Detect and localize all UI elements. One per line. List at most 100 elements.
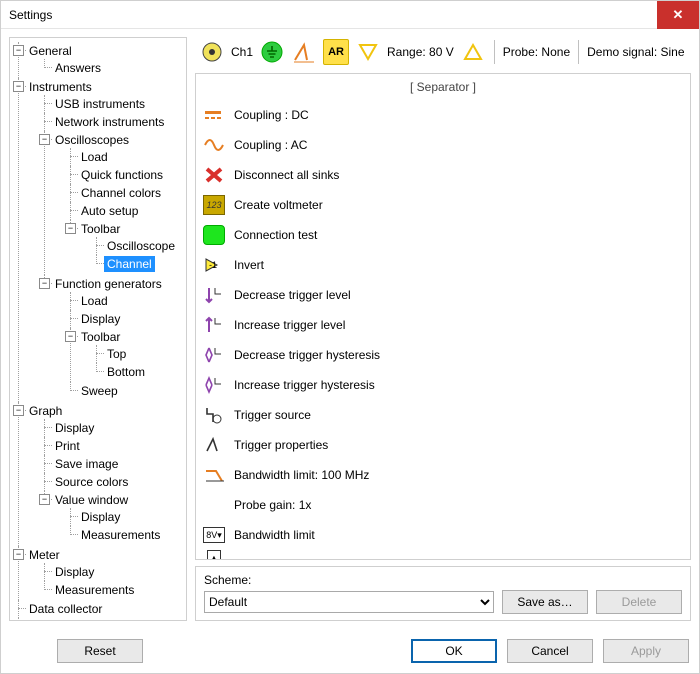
- list-item[interactable]: -1 Invert: [196, 250, 690, 280]
- list-item[interactable]: Disconnect all sinks: [196, 160, 690, 190]
- tree-pane[interactable]: −GeneralAnswers−InstrumentsUSB instrumen…: [9, 37, 187, 621]
- tree-toggle[interactable]: −: [13, 405, 24, 416]
- list-item[interactable]: Trigger source: [196, 400, 690, 430]
- ts-icon: [202, 404, 226, 426]
- down-triangle-icon[interactable]: [355, 39, 381, 65]
- tree-item[interactable]: USB instruments: [52, 96, 148, 112]
- tree-item[interactable]: Load: [78, 149, 111, 165]
- tree-item[interactable]: Sweep: [78, 383, 121, 399]
- scheme-select[interactable]: Default: [204, 591, 494, 613]
- tree-item[interactable]: Save image: [52, 456, 121, 472]
- list-item[interactable]: Increase trigger level: [196, 310, 690, 340]
- right-pane: Ch1 AR Range: 80 V Probe: None Dem: [195, 37, 691, 621]
- autorange-icon[interactable]: AR: [323, 39, 349, 65]
- list-item-label: Decrease trigger hysteresis: [234, 348, 380, 362]
- dc-icon: [202, 104, 226, 126]
- tree-item[interactable]: Display: [52, 564, 97, 580]
- tree-item[interactable]: Print: [52, 438, 83, 454]
- titlebar: Settings ✕: [1, 1, 699, 29]
- tree-item[interactable]: Top: [104, 346, 129, 362]
- list-item-label: Increase trigger level: [234, 318, 345, 332]
- list-item[interactable]: Connection test: [196, 220, 690, 250]
- list-item-label: Bandwidth limit: 100 MHz: [234, 468, 369, 482]
- tree-item[interactable]: Network instruments: [52, 114, 167, 130]
- tree-item[interactable]: Data collector: [26, 601, 105, 617]
- tree-item[interactable]: Function generators: [52, 276, 165, 292]
- apply-button: Apply: [603, 639, 689, 663]
- scheme-label: Scheme:: [204, 573, 682, 587]
- list-item[interactable]: Decrease trigger hysteresis: [196, 340, 690, 370]
- toolbar-items-list[interactable]: [ Separator ]Coupling : DC Coupling : AC D…: [195, 73, 691, 560]
- list-separator[interactable]: [ Separator ]: [196, 74, 690, 100]
- toolbar-separator: [494, 40, 495, 64]
- tree-item[interactable]: Toolbar: [78, 329, 123, 345]
- tree-item[interactable]: Answers: [52, 60, 104, 76]
- tree-item[interactable]: Graph: [26, 403, 65, 419]
- tree-item[interactable]: Updates: [26, 619, 77, 621]
- tree-item[interactable]: Measurements: [52, 582, 137, 598]
- tree-item[interactable]: Display: [78, 311, 123, 327]
- tree-toggle[interactable]: −: [39, 134, 50, 145]
- vm-icon: 123: [202, 194, 226, 216]
- tree-item[interactable]: Instruments: [26, 79, 95, 95]
- tree-toggle[interactable]: −: [65, 223, 76, 234]
- list-item[interactable]: Probe gain: 1x: [196, 490, 690, 520]
- list-item[interactable]: Trigger properties: [196, 430, 690, 460]
- tree-item[interactable]: Quick functions: [78, 167, 166, 183]
- tree-item[interactable]: Measurements: [78, 527, 163, 543]
- tree-item[interactable]: Oscilloscope: [104, 238, 178, 254]
- tree-toggle[interactable]: −: [13, 45, 24, 56]
- close-button[interactable]: ✕: [657, 1, 699, 29]
- tree-toggle[interactable]: −: [39, 494, 50, 505]
- svg-text:-1: -1: [209, 260, 217, 270]
- tree-item[interactable]: General: [26, 43, 75, 59]
- list-item[interactable]: 8V▾Bandwidth limit: [196, 520, 690, 550]
- inv-icon: -1: [202, 254, 226, 276]
- settings-window: { "window": { "title": "Settings" }, "tr…: [0, 0, 700, 674]
- dth-icon: [202, 344, 226, 366]
- tree-item[interactable]: Display: [52, 420, 97, 436]
- list-item-label: Probe gain: 1x: [234, 498, 311, 512]
- tree-item[interactable]: Display: [78, 509, 123, 525]
- tree-item[interactable]: Source colors: [52, 474, 131, 490]
- ok-button[interactable]: OK: [411, 639, 497, 663]
- bwl-icon: [202, 464, 226, 486]
- dtl-icon: [202, 284, 226, 306]
- tree-item[interactable]: Toolbar: [78, 221, 123, 237]
- tree-toggle[interactable]: −: [65, 331, 76, 342]
- tree-item[interactable]: Value window: [52, 492, 131, 508]
- tree-item[interactable]: Channel: [104, 256, 155, 272]
- up-triangle-icon[interactable]: [460, 39, 486, 65]
- list-item-label: Invert: [234, 258, 264, 272]
- list-item[interactable]: Bandwidth limit: 100 MHz: [196, 460, 690, 490]
- list-item[interactable]: Coupling : AC: [196, 130, 690, 160]
- ground-icon[interactable]: [259, 39, 285, 65]
- save-as-button[interactable]: Save as…: [502, 590, 588, 614]
- list-item[interactable]: 123 Create voltmeter: [196, 190, 690, 220]
- tree-item[interactable]: Channel colors: [78, 185, 164, 201]
- tree-item[interactable]: Bottom: [104, 364, 148, 380]
- list-item-label: Coupling : AC: [234, 138, 307, 152]
- list-item-label: Create voltmeter: [234, 198, 323, 212]
- list-item[interactable]: Coupling : DC: [196, 100, 690, 130]
- tree-toggle[interactable]: −: [13, 549, 24, 560]
- demo-signal-label[interactable]: Demo signal: Sine: [587, 45, 684, 59]
- tree-item[interactable]: Auto setup: [78, 203, 141, 219]
- toolbar-separator: [578, 40, 579, 64]
- list-item[interactable]: Increase trigger hysteresis: [196, 370, 690, 400]
- list-item[interactable]: ▲▼Bandwidth limit: [196, 550, 690, 560]
- tree-toggle[interactable]: −: [13, 81, 24, 92]
- list-item[interactable]: Decrease trigger level: [196, 280, 690, 310]
- slope-icon[interactable]: [291, 39, 317, 65]
- tree-toggle[interactable]: −: [39, 278, 50, 289]
- probe-label[interactable]: Probe: None: [503, 45, 570, 59]
- tree-item[interactable]: Meter: [26, 547, 63, 563]
- tree-item[interactable]: Load: [78, 293, 111, 309]
- range-label[interactable]: Range: 80 V: [387, 45, 454, 59]
- cancel-button[interactable]: Cancel: [507, 639, 593, 663]
- tree-item[interactable]: Oscilloscopes: [52, 132, 132, 148]
- reset-button[interactable]: Reset: [57, 639, 143, 663]
- list-item-label: Connection test: [234, 228, 317, 242]
- channel-label[interactable]: Ch1: [231, 45, 253, 59]
- record-icon[interactable]: [199, 39, 225, 65]
